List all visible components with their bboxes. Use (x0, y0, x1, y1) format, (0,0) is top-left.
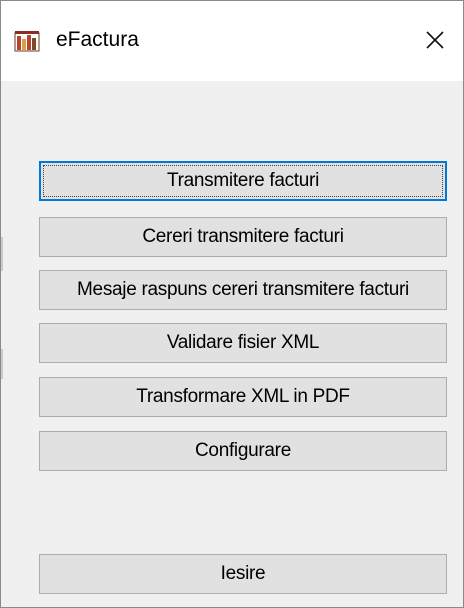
window-edge-mark (1, 349, 3, 379)
configurare-button[interactable]: Configurare (39, 431, 447, 471)
close-icon (425, 30, 445, 50)
window-title: eFactura (56, 28, 139, 51)
efactura-window: eFactura Transmitere facturi Cereri tran… (0, 0, 464, 608)
efactura-app-icon (14, 30, 40, 52)
transformare-xml-pdf-button[interactable]: Transformare XML in PDF (39, 377, 447, 417)
mesaje-raspuns-button[interactable]: Mesaje raspuns cereri transmitere factur… (39, 270, 447, 310)
close-button[interactable] (407, 17, 463, 63)
cereri-transmitere-facturi-button[interactable]: Cereri transmitere facturi (39, 217, 447, 257)
validare-fisier-xml-button[interactable]: Validare fisier XML (39, 323, 447, 363)
main-panel: Transmitere facturi Cereri transmitere f… (1, 81, 463, 607)
iesire-button[interactable]: Iesire (39, 554, 447, 594)
window-edge-mark (1, 237, 3, 271)
transmitere-facturi-button[interactable]: Transmitere facturi (39, 161, 447, 201)
title-bar[interactable]: eFactura (1, 1, 463, 81)
